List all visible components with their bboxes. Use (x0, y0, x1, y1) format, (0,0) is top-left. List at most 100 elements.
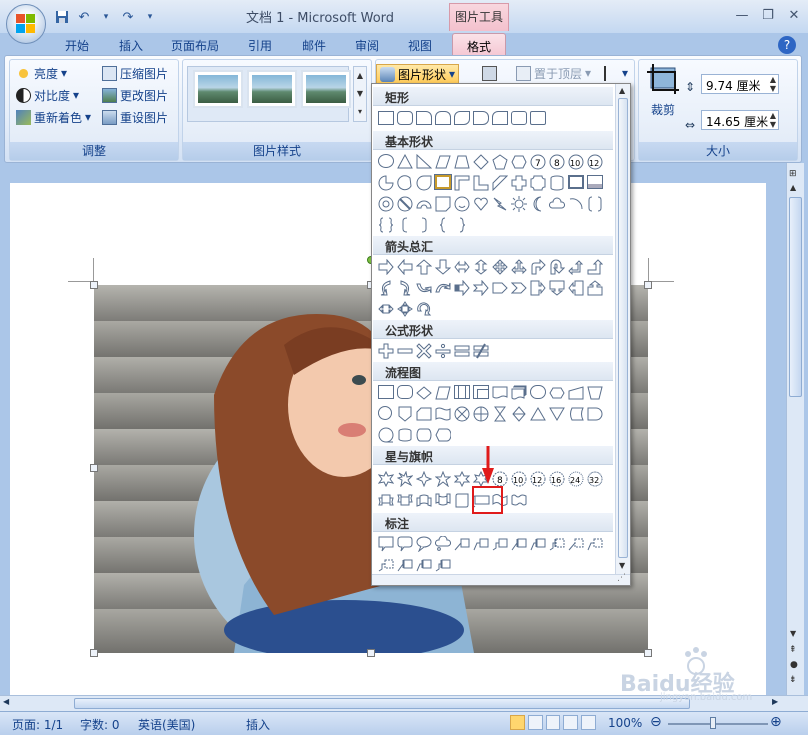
line-callout-2-border-accent-shape-icon[interactable] (416, 557, 432, 573)
line-callout-2-accent-bar-shape-icon[interactable] (530, 536, 546, 552)
parallelogram-shape-icon[interactable] (435, 154, 451, 170)
zoom-out-icon[interactable]: ⊖ (650, 714, 662, 730)
save-icon[interactable] (54, 9, 70, 25)
line-callout-3-shape-icon[interactable] (492, 536, 508, 552)
right-arrow-shape-icon[interactable] (378, 259, 394, 275)
left-right-arrow-shape-icon[interactable] (454, 259, 470, 275)
curved-up-arrow-shape-icon[interactable] (416, 280, 432, 296)
tab-home[interactable]: 开始 (62, 33, 92, 55)
moon-shape-icon[interactable] (530, 196, 546, 212)
undo-dropdown-icon[interactable]: ▾ (98, 9, 114, 25)
24-point-star-shape-icon[interactable]: 24 (568, 471, 584, 487)
customize-qat-icon[interactable]: ▾ (142, 9, 158, 25)
line-callout-3-border-accent-shape-icon[interactable] (435, 557, 451, 573)
left-brace-shape-icon[interactable] (435, 217, 451, 233)
resize-handle[interactable] (90, 281, 98, 289)
change-picture-button[interactable]: 更改图片 (102, 86, 168, 104)
draft-icon[interactable] (581, 715, 596, 730)
line-callout-3-accent-bar-shape-icon[interactable] (549, 536, 565, 552)
hexagon-shape-icon[interactable] (511, 154, 527, 170)
flowchart-sort-icon[interactable] (511, 406, 527, 422)
left-up-arrow-shape-icon[interactable] (568, 259, 584, 275)
flowchart-offpage-connector-icon[interactable] (397, 406, 413, 422)
picture-style-2[interactable] (247, 70, 297, 108)
flowchart-preparation-icon[interactable] (549, 385, 565, 401)
l-shape-icon[interactable] (473, 175, 489, 191)
12-point-star-shape-icon[interactable]: 12 (530, 471, 546, 487)
quad-arrow-callout-shape-icon[interactable] (397, 301, 413, 317)
frame-shape-icon[interactable] (434, 174, 452, 190)
gallery-scrollbar[interactable]: ▲ ▼ (615, 84, 630, 574)
smiley-face-shape-icon[interactable] (454, 196, 470, 212)
curved-right-arrow-shape-icon[interactable] (378, 280, 394, 296)
zoom-slider-thumb[interactable] (710, 717, 716, 729)
tab-format[interactable]: 格式 (452, 33, 506, 55)
math-multiply-shape-icon[interactable] (416, 343, 432, 359)
line-callout-2-no-border-shape-icon[interactable] (587, 536, 603, 552)
up-arrow-callout-shape-icon[interactable] (587, 280, 603, 296)
double-wave-shape-icon[interactable] (511, 492, 527, 508)
brightness-button[interactable]: 亮度 ▾ (16, 64, 67, 82)
tab-insert[interactable]: 插入 (116, 33, 146, 55)
zoom-level[interactable]: 100% (608, 716, 642, 730)
picture-style-3[interactable] (301, 70, 351, 108)
quad-arrow-shape-icon[interactable] (492, 259, 508, 275)
math-equal-shape-icon[interactable] (454, 343, 470, 359)
line-callout-1-accent-bar-shape-icon[interactable] (511, 536, 527, 552)
block-arc-shape-icon[interactable] (416, 196, 432, 212)
width-spin-icon[interactable]: ▲ ▼ (770, 111, 776, 129)
tab-page-layout[interactable]: 页面布局 (168, 33, 222, 55)
width-input[interactable]: 14.65 厘米 ▲ ▼ (701, 110, 779, 130)
line-callout-1-border-accent-shape-icon[interactable] (397, 557, 413, 573)
bent-arrow-shape-icon[interactable] (530, 259, 546, 275)
line-callout-2-shape-icon[interactable] (473, 536, 489, 552)
decagon-shape-icon[interactable]: 10 (568, 154, 584, 170)
height-spin-icon[interactable]: ▲ ▼ (770, 75, 776, 93)
left-arrow-callout-shape-icon[interactable] (568, 280, 584, 296)
bring-to-front-button[interactable]: 置于顶层 ▾ (516, 64, 591, 82)
flowchart-delay-icon[interactable] (587, 406, 603, 422)
flowchart-summing-junction-icon[interactable] (454, 406, 470, 422)
oval-shape-icon[interactable] (378, 154, 394, 168)
scroll-up-icon[interactable]: ▲ (790, 183, 796, 192)
curved-up-ribbon-shape-icon[interactable] (416, 492, 432, 508)
flowchart-merge-icon[interactable] (549, 406, 565, 422)
scroll-left-icon[interactable]: ◀ (3, 697, 9, 706)
plaque-shape-icon[interactable] (530, 175, 546, 191)
gallery-scroll-thumb[interactable] (618, 98, 628, 558)
flowchart-manual-operation-icon[interactable] (587, 385, 603, 401)
flowchart-card-icon[interactable] (416, 406, 432, 422)
hscroll-thumb[interactable] (74, 698, 690, 709)
explosion-2-shape-icon[interactable] (397, 471, 413, 487)
flowchart-data-icon[interactable] (435, 385, 451, 401)
up-down-arrow-shape-icon[interactable] (473, 259, 489, 275)
contrast-button[interactable]: 对比度 ▾ (16, 86, 79, 104)
folded-corner-shape-icon[interactable] (435, 196, 451, 212)
flowchart-collate-icon[interactable] (492, 406, 508, 422)
flowchart-multidocument-icon[interactable] (511, 385, 527, 401)
down-arrow-shape-icon[interactable] (435, 259, 451, 275)
pentagon-arrow-shape-icon[interactable] (492, 280, 508, 296)
resize-handle[interactable] (90, 464, 98, 472)
double-brace-shape-icon[interactable] (378, 217, 394, 233)
right-triangle-shape-icon[interactable] (416, 154, 432, 170)
scroll-down-icon[interactable]: ▼ (790, 629, 796, 638)
tab-references[interactable]: 引用 (245, 33, 275, 55)
dodecagon-shape-icon[interactable]: 12 (587, 154, 603, 170)
right-arrow-callout-shape-icon[interactable] (530, 280, 546, 296)
gallery-scroll-up-icon[interactable]: ▲ (619, 86, 625, 95)
half-frame-shape-icon[interactable] (454, 175, 470, 191)
flowchart-punched-tape-icon[interactable] (435, 406, 451, 422)
line-callout-1-shape-icon[interactable] (454, 536, 470, 552)
line-callout-1-no-border-shape-icon[interactable] (568, 536, 584, 552)
flowchart-extract-icon[interactable] (530, 406, 546, 422)
math-divide-shape-icon[interactable] (435, 343, 451, 359)
curved-left-arrow-shape-icon[interactable] (397, 280, 413, 296)
flowchart-connector-icon[interactable] (378, 406, 392, 420)
page-count[interactable]: 页面: 1/1 (12, 716, 63, 733)
flowchart-document-icon[interactable] (492, 385, 508, 401)
flowchart-direct-access-storage-icon[interactable] (416, 427, 432, 443)
diagonal-stripe-shape-icon[interactable] (492, 175, 508, 191)
curved-down-arrow-shape-icon[interactable] (435, 280, 451, 296)
cloud-callout-shape-icon[interactable] (435, 536, 451, 552)
